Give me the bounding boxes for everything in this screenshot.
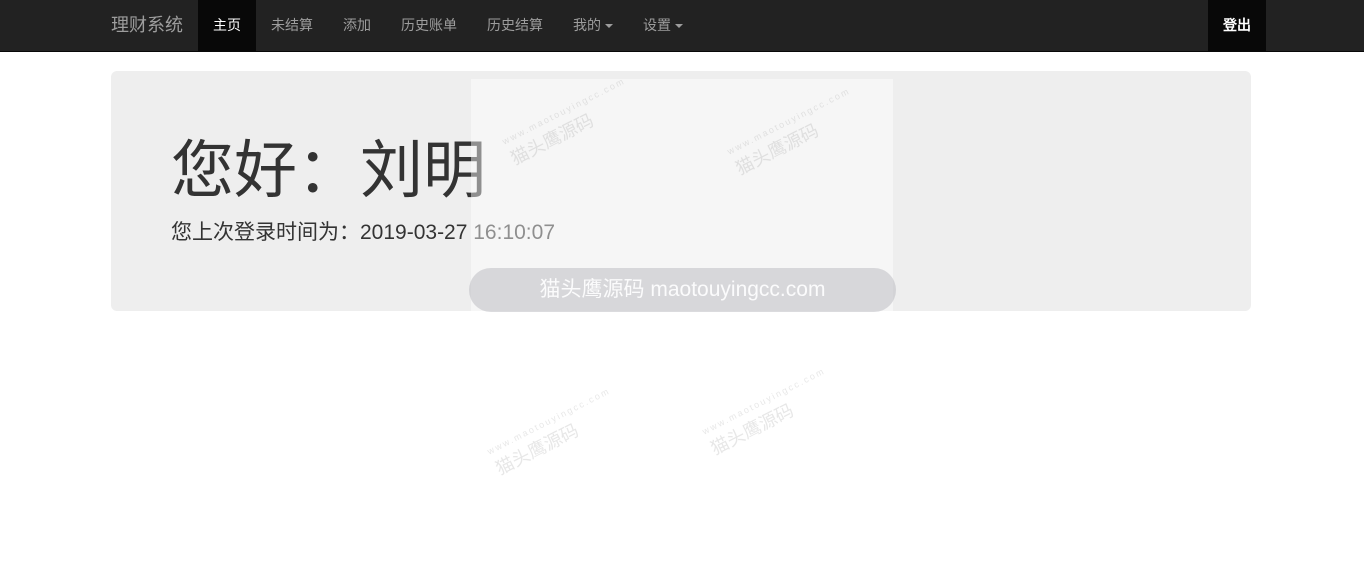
nav-item-add[interactable]: 添加 <box>328 0 386 51</box>
nav-item-history-bills[interactable]: 历史账单 <box>386 0 472 51</box>
top-navbar: 理财系统 主页 未结算 添加 历史账单 历史结算 我的 设置 登出 <box>0 0 1364 52</box>
nav-item-unsettled-label: 未结算 <box>271 17 313 33</box>
greeting-heading: 您好：刘明 <box>171 136 486 206</box>
nav-item-home-label: 主页 <box>213 17 241 33</box>
nav-item-unsettled[interactable]: 未结算 <box>256 0 328 51</box>
nav-item-history-bills-label: 历史账单 <box>401 17 457 33</box>
main-nav: 主页 未结算 添加 历史账单 历史结算 我的 设置 <box>198 0 698 51</box>
caret-down-icon <box>605 24 613 29</box>
watermark-stamp: www.maotouyingcc.com 猫头鹰源码 <box>485 385 612 479</box>
watermark-stamp: www.maotouyingcc.com 猫头鹰源码 <box>700 365 827 459</box>
nav-item-history-settlement[interactable]: 历史结算 <box>472 0 558 51</box>
caret-down-icon <box>675 24 683 29</box>
brand-logo[interactable]: 理财系统 <box>111 0 183 51</box>
nav-dropdown-mine-label: 我的 <box>573 17 601 33</box>
nav-dropdown-settings-label: 设置 <box>643 17 671 33</box>
nav-dropdown-mine[interactable]: 我的 <box>558 0 628 51</box>
watermark-bar: 猫头鹰源码 maotouyingcc.com <box>469 268 896 312</box>
logout-button[interactable]: 登出 <box>1208 0 1266 51</box>
nav-item-home[interactable]: 主页 <box>198 0 256 51</box>
nav-item-history-settlement-label: 历史结算 <box>487 17 543 33</box>
nav-dropdown-settings[interactable]: 设置 <box>628 0 698 51</box>
nav-item-add-label: 添加 <box>343 17 371 33</box>
